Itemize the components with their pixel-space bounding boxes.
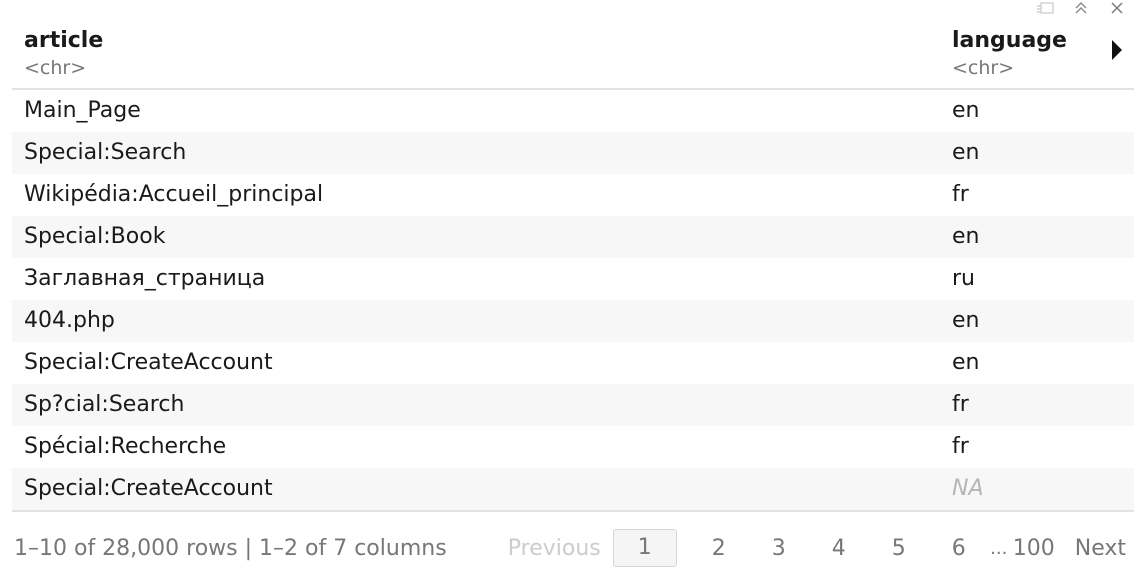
page-button-last[interactable]: 100 bbox=[1009, 536, 1059, 561]
table-body: Main_Page en Special:Search en Wikipédia… bbox=[12, 90, 1134, 512]
popout-button[interactable] bbox=[1034, 0, 1056, 16]
table-row: Main_Page en bbox=[12, 90, 1134, 132]
previous-button[interactable]: Previous bbox=[508, 536, 601, 561]
close-button[interactable] bbox=[1106, 0, 1128, 16]
table-row: 404.php en bbox=[12, 300, 1134, 342]
cell-article: Sp?cial:Search bbox=[24, 392, 185, 417]
cell-language: en bbox=[952, 308, 980, 333]
column-name: article bbox=[24, 28, 104, 53]
viewer-toolbar bbox=[1034, 0, 1128, 16]
collapse-button[interactable] bbox=[1070, 0, 1092, 16]
page-button-current[interactable]: 1 bbox=[612, 529, 677, 567]
table-header: article <chr> language <chr> bbox=[12, 24, 1134, 90]
cell-article: Main_Page bbox=[24, 98, 141, 123]
table-row: Special:Book en bbox=[12, 216, 1134, 258]
table-row: Special:Search en bbox=[12, 132, 1134, 174]
cell-article: Spécial:Recherche bbox=[24, 434, 227, 459]
cell-language: ru bbox=[952, 266, 975, 291]
column-header-article[interactable]: article <chr> bbox=[24, 27, 103, 81]
column-header-language[interactable]: language <chr> bbox=[952, 27, 1067, 81]
popout-icon bbox=[1035, 1, 1055, 15]
cell-article: Special:Book bbox=[24, 224, 166, 249]
cell-language-na: NA bbox=[952, 476, 984, 501]
cell-article: Special:Search bbox=[24, 140, 187, 165]
page-ellipsis: ... bbox=[990, 537, 1008, 559]
page-button[interactable]: 3 bbox=[749, 536, 809, 561]
row-column-info: 1–10 of 28,000 rows | 1–2 of 7 columns bbox=[14, 535, 447, 561]
column-type: <chr> bbox=[952, 57, 1015, 79]
table-footer: 1–10 of 28,000 rows | 1–2 of 7 columns P… bbox=[14, 528, 1126, 568]
pagination: Previous 1 2 3 4 5 6 ... 100 Next bbox=[508, 529, 1126, 567]
column-type: <chr> bbox=[24, 57, 87, 79]
cell-language: en bbox=[952, 98, 980, 123]
cell-article: 404.php bbox=[24, 308, 115, 333]
table-row: Spécial:Recherche fr bbox=[12, 426, 1134, 468]
page-button[interactable]: 4 bbox=[809, 536, 869, 561]
table-row: Заглавная_страница ru bbox=[12, 258, 1134, 300]
close-icon bbox=[1110, 1, 1124, 15]
table-row: Special:CreateAccount en bbox=[12, 342, 1134, 384]
next-button[interactable]: Next bbox=[1075, 536, 1126, 561]
cell-language: fr bbox=[952, 182, 969, 207]
cell-language: fr bbox=[952, 434, 969, 459]
column-name: language bbox=[952, 28, 1067, 53]
table-row: Sp?cial:Search fr bbox=[12, 384, 1134, 426]
cell-article: Заглавная_страница bbox=[24, 266, 266, 291]
cell-language: en bbox=[952, 140, 980, 165]
cell-language: en bbox=[952, 350, 980, 375]
collapse-icon bbox=[1073, 1, 1089, 15]
caret-right-icon bbox=[1111, 39, 1123, 65]
data-table: article <chr> language <chr> Main_Page e… bbox=[12, 24, 1134, 512]
cell-language: fr bbox=[952, 392, 969, 417]
page-button[interactable]: 5 bbox=[869, 536, 929, 561]
page-button[interactable]: 6 bbox=[929, 536, 989, 561]
cell-language: en bbox=[952, 224, 980, 249]
cell-article: Special:CreateAccount bbox=[24, 476, 273, 501]
next-columns-button[interactable] bbox=[1108, 40, 1126, 64]
table-row: Wikipédia:Accueil_principal fr bbox=[12, 174, 1134, 216]
page-button[interactable]: 2 bbox=[689, 536, 749, 561]
table-row: Special:CreateAccount NA bbox=[12, 468, 1134, 510]
cell-article: Special:CreateAccount bbox=[24, 350, 273, 375]
cell-article: Wikipédia:Accueil_principal bbox=[24, 182, 324, 207]
